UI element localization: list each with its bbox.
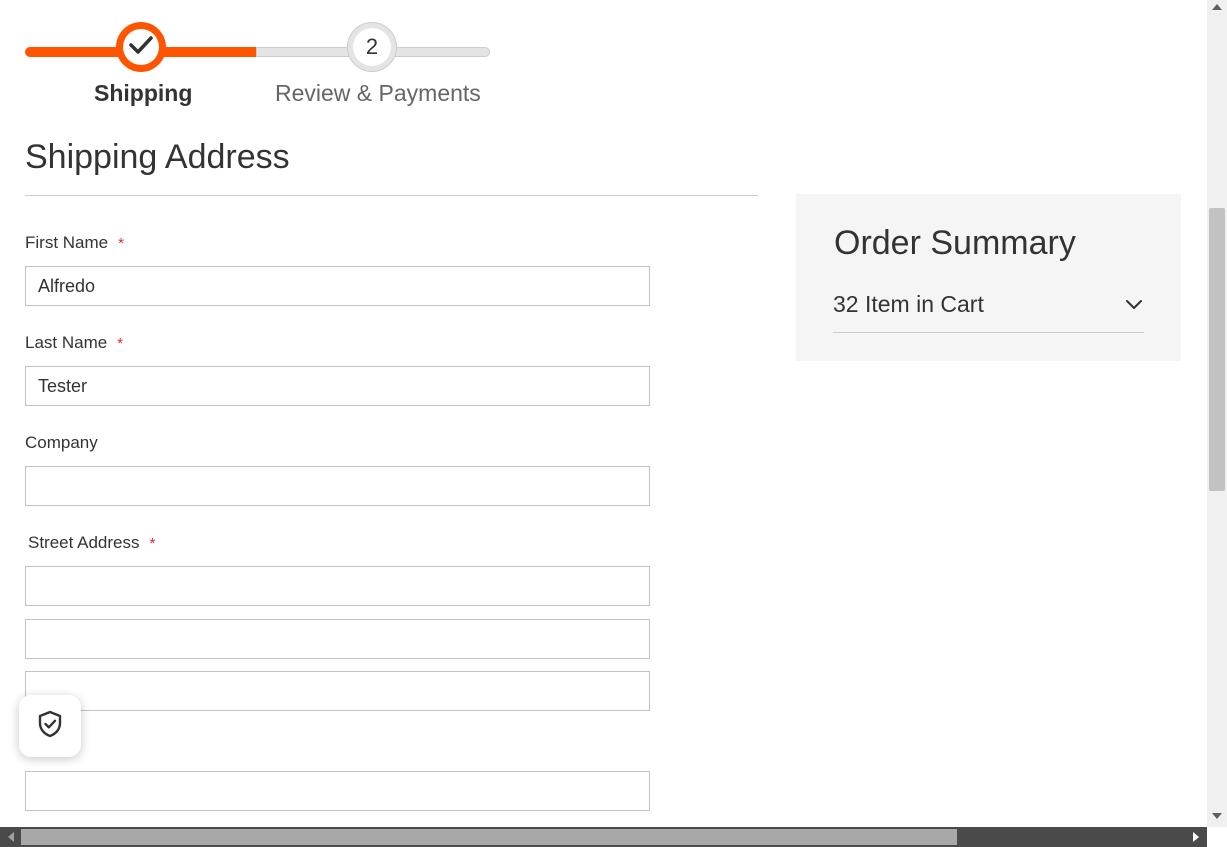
street-address-line-3-input[interactable]: [25, 671, 650, 711]
step-review-label: Review & Payments: [275, 80, 481, 106]
step-shipping-label[interactable]: Shipping: [94, 80, 192, 107]
privacy-shield-button[interactable]: [19, 695, 81, 757]
order-summary-panel: Order Summary 32 Item in Cart: [796, 194, 1181, 361]
step-review-number: 2: [353, 28, 391, 66]
checkmark-icon: [129, 35, 153, 60]
step-shipping-indicator[interactable]: [116, 22, 166, 72]
shipping-address-title: Shipping Address: [25, 138, 290, 176]
company-input[interactable]: [25, 466, 650, 506]
items-in-cart-toggle[interactable]: 32 Item in Cart: [833, 288, 1144, 333]
checkout-progress-bar: Shipping 2 Review & Payments: [25, 0, 495, 115]
company-label: Company: [25, 433, 98, 452]
first-name-label: First Name *: [25, 233, 124, 252]
required-marker: *: [149, 535, 156, 552]
scroll-left-arrow-icon[interactable]: [8, 832, 14, 842]
vertical-scrollbar[interactable]: [1207, 0, 1227, 827]
items-in-cart-label: 32 Item in Cart: [833, 291, 984, 317]
city-input[interactable]: [25, 771, 650, 811]
scroll-up-arrow-icon[interactable]: [1212, 4, 1222, 10]
step-review-indicator: 2: [347, 22, 397, 72]
vertical-scroll-thumb[interactable]: [1209, 208, 1225, 491]
horizontal-scrollbar[interactable]: [0, 827, 1207, 847]
last-name-label: Last Name *: [25, 333, 124, 352]
last-name-input[interactable]: [25, 366, 650, 406]
first-name-input[interactable]: [25, 266, 650, 306]
shield-check-icon: [37, 710, 63, 743]
horizontal-scroll-thumb[interactable]: [21, 829, 957, 845]
chevron-down-icon: [1124, 294, 1144, 314]
section-divider: [25, 195, 758, 196]
scroll-right-arrow-icon[interactable]: [1193, 832, 1199, 842]
required-marker: *: [118, 235, 124, 252]
required-marker: *: [117, 335, 124, 352]
street-address-line-1-input[interactable]: [25, 566, 650, 606]
scrollbar-corner: [1207, 827, 1227, 847]
order-summary-title: Order Summary: [834, 224, 1076, 262]
checkout-page: Shipping 2 Review & Payments Shipping Ad…: [0, 0, 1207, 827]
scroll-down-arrow-icon[interactable]: [1212, 813, 1222, 819]
street-address-label: Street Address *: [28, 533, 156, 552]
street-address-line-2-input[interactable]: [25, 619, 650, 659]
